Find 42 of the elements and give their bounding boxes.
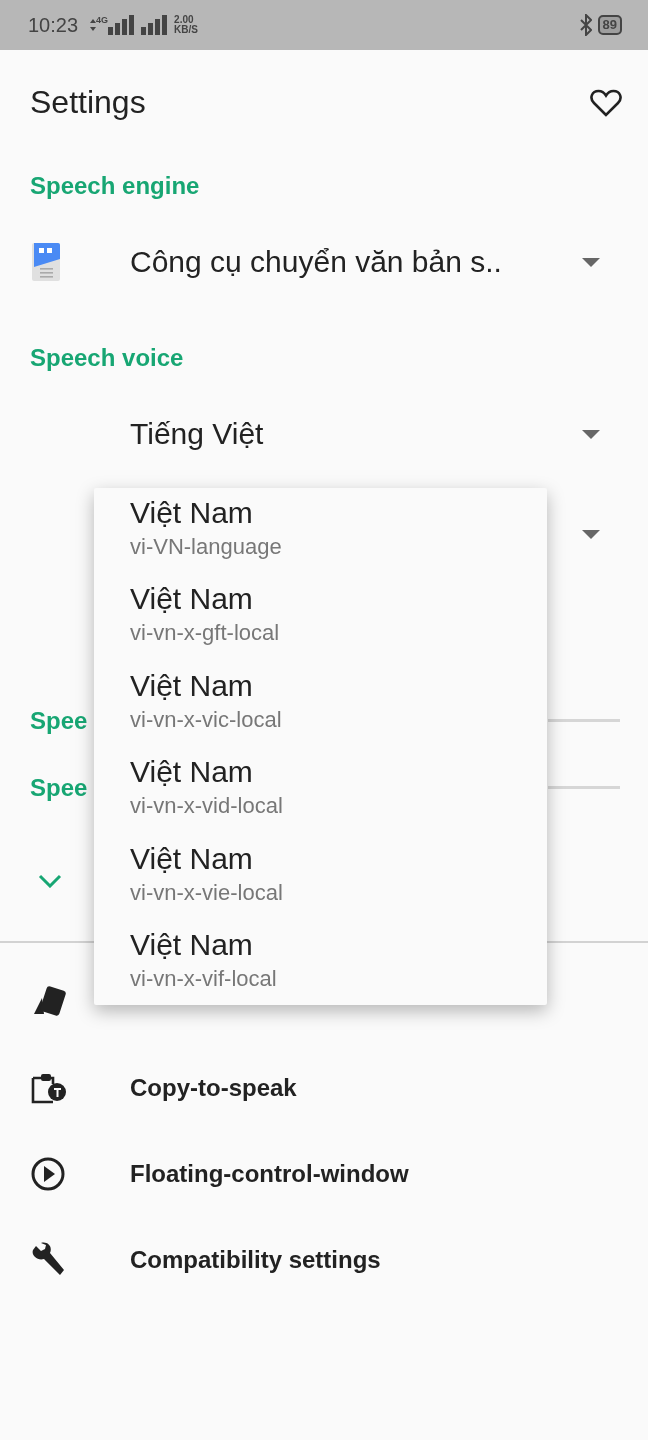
option-subtitle: vi-vn-x-vic-local xyxy=(130,705,282,734)
expand-icon[interactable] xyxy=(38,874,62,888)
option-subtitle: vi-VN-language xyxy=(130,533,282,561)
engine-value: Công cụ chuyển văn bản s.. xyxy=(130,245,503,279)
menu-item[interactable]: Compatibility settings xyxy=(130,1246,381,1274)
clock-time: 10:23 xyxy=(28,13,79,37)
heart-icon[interactable] xyxy=(590,88,622,117)
section-title: Speech voice xyxy=(29,343,185,373)
language-value: Tiếng Việt xyxy=(130,417,265,451)
battery-level: 89 xyxy=(597,15,622,35)
signal-icon xyxy=(140,15,169,35)
slider-label: Spee xyxy=(30,706,88,735)
page-title: Settings xyxy=(30,84,146,121)
option-title[interactable]: Việt Nam xyxy=(130,839,253,878)
slider-track[interactable] xyxy=(548,719,620,722)
menu-item[interactable]: Floating-control-window xyxy=(130,1160,409,1188)
caret-icon xyxy=(582,257,600,267)
speed-unit: KB/S xyxy=(174,25,198,35)
option-title[interactable]: Việt Nam xyxy=(130,580,253,619)
data-arrows-icon xyxy=(90,19,97,31)
language-dropdown[interactable]: Tiếng Việt xyxy=(0,387,648,481)
option-title[interactable]: Việt Nam xyxy=(130,753,253,792)
option-subtitle: vi-vn-x-vie-local xyxy=(130,878,283,907)
caret-icon xyxy=(582,529,600,539)
option-subtitle: vi-vn-x-vif-local xyxy=(130,964,277,993)
play-icon xyxy=(30,1156,66,1192)
slider-track[interactable] xyxy=(548,786,620,789)
caret-icon xyxy=(582,429,600,439)
option-title[interactable]: Việt Nam xyxy=(130,666,253,705)
section-title: Speech engine xyxy=(29,171,201,201)
option-title[interactable]: Việt Nam xyxy=(130,494,253,532)
speed-value: 2.00 xyxy=(174,15,195,25)
slider-label: Spee xyxy=(30,773,88,802)
signal-icon xyxy=(108,15,135,35)
bluetooth-icon xyxy=(579,14,592,36)
option-title[interactable]: Việt Nam xyxy=(130,925,253,964)
option-subtitle: vi-vn-x-vid-local xyxy=(130,792,283,821)
speech-doc-icon xyxy=(30,241,62,283)
option-subtitle: vi-vn-x-gft-local xyxy=(130,619,280,648)
menu-item[interactable]: Copy-to-speak xyxy=(130,1074,297,1102)
engine-dropdown[interactable]: Công cụ chuyển văn bản s.. xyxy=(0,215,648,309)
network-type: 4G xyxy=(96,15,109,25)
